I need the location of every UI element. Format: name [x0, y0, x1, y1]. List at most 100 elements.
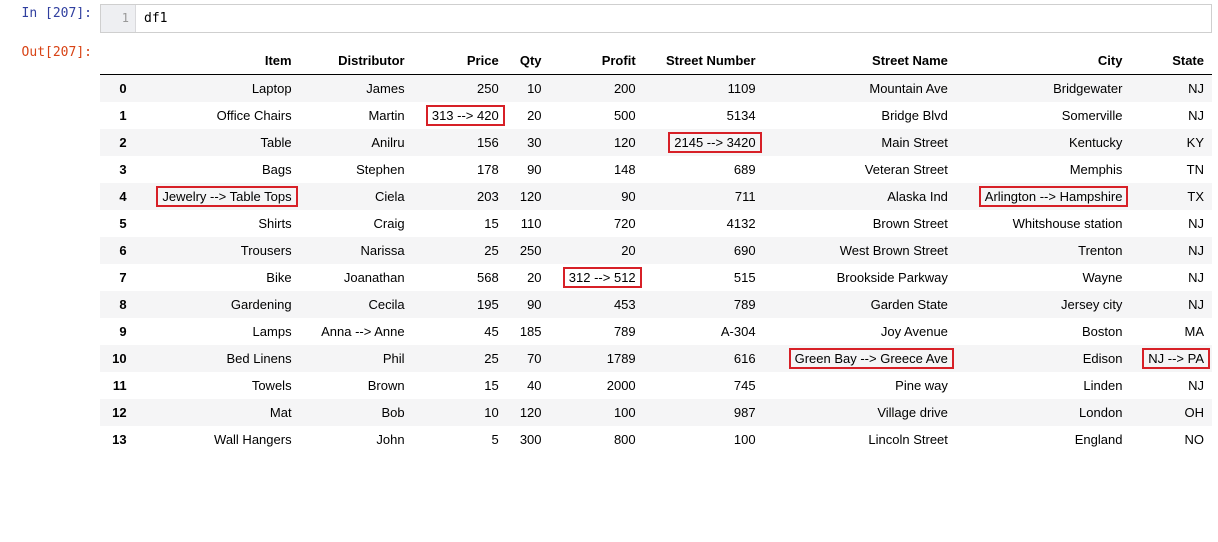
- cell-state: NJ: [1130, 264, 1212, 291]
- highlight-box: 2145 --> 3420: [668, 132, 761, 153]
- code-input[interactable]: df1: [136, 5, 1211, 32]
- line-gutter: 1: [101, 5, 136, 32]
- cell-sname: Brookside Parkway: [764, 264, 956, 291]
- cell-city: Edison: [956, 345, 1131, 372]
- row-index: 6: [100, 237, 135, 264]
- cell-city: Arlington --> Hampshire: [956, 183, 1131, 210]
- code-area[interactable]: 1 df1: [100, 4, 1212, 33]
- cell-dist: Stephen: [300, 156, 413, 183]
- cell-profit: 453: [550, 291, 644, 318]
- table-row: 8GardeningCecila19590453789Garden StateJ…: [100, 291, 1212, 318]
- row-index: 0: [100, 75, 135, 103]
- output-area: Item Distributor Price Qty Profit Street…: [100, 39, 1218, 453]
- cell-qty: 110: [507, 210, 550, 237]
- cell-city: Kentucky: [956, 129, 1131, 156]
- cell-dist: Anna --> Anne: [300, 318, 413, 345]
- table-row: 1Office ChairsMartin313 --> 420205005134…: [100, 102, 1212, 129]
- cell-price: 313 --> 420: [413, 102, 507, 129]
- table-row: 6TrousersNarissa2525020690West Brown Str…: [100, 237, 1212, 264]
- table-row: 2TableAnilru156301202145 --> 3420Main St…: [100, 129, 1212, 156]
- cell-item: Mat: [135, 399, 300, 426]
- cell-snum: 515: [644, 264, 764, 291]
- col-header: Street Number: [644, 47, 764, 75]
- table-row: 7BikeJoanathan56820312 --> 512515Brooksi…: [100, 264, 1212, 291]
- cell-price: 45: [413, 318, 507, 345]
- cell-item: Bags: [135, 156, 300, 183]
- cell-sname: Veteran Street: [764, 156, 956, 183]
- col-header: City: [956, 47, 1131, 75]
- cell-profit: 20: [550, 237, 644, 264]
- cell-snum: 5134: [644, 102, 764, 129]
- highlight-box: Green Bay --> Greece Ave: [789, 348, 954, 369]
- cell-item: Wall Hangers: [135, 426, 300, 453]
- cell-state: NJ: [1130, 102, 1212, 129]
- table-row: 13Wall HangersJohn5300800100Lincoln Stre…: [100, 426, 1212, 453]
- cell-dist: Ciela: [300, 183, 413, 210]
- output-cell: Out[207]: Item Distributor Price Qty Pro…: [0, 39, 1218, 453]
- cell-snum: 2145 --> 3420: [644, 129, 764, 156]
- cell-price: 15: [413, 372, 507, 399]
- cell-qty: 90: [507, 291, 550, 318]
- cell-profit: 1789: [550, 345, 644, 372]
- col-header: Street Name: [764, 47, 956, 75]
- cell-item: Towels: [135, 372, 300, 399]
- cell-item: Bed Linens: [135, 345, 300, 372]
- row-index: 9: [100, 318, 135, 345]
- table-row: 11TowelsBrown15402000745Pine wayLindenNJ: [100, 372, 1212, 399]
- cell-state: NO: [1130, 426, 1212, 453]
- cell-item: Lamps: [135, 318, 300, 345]
- cell-state: NJ: [1130, 372, 1212, 399]
- cell-qty: 40: [507, 372, 550, 399]
- cell-price: 10: [413, 399, 507, 426]
- cell-qty: 30: [507, 129, 550, 156]
- cell-price: 178: [413, 156, 507, 183]
- cell-profit: 720: [550, 210, 644, 237]
- cell-qty: 185: [507, 318, 550, 345]
- cell-dist: Phil: [300, 345, 413, 372]
- input-cell: In [207]: 1 df1: [0, 0, 1218, 33]
- cell-price: 156: [413, 129, 507, 156]
- cell-profit: 312 --> 512: [550, 264, 644, 291]
- highlight-box: 312 --> 512: [563, 267, 642, 288]
- cell-city: Boston: [956, 318, 1131, 345]
- cell-profit: 800: [550, 426, 644, 453]
- highlight-box: 313 --> 420: [426, 105, 505, 126]
- cell-city: England: [956, 426, 1131, 453]
- cell-price: 250: [413, 75, 507, 103]
- cell-item: Laptop: [135, 75, 300, 103]
- table-row: 10Bed LinensPhil25701789616Green Bay -->…: [100, 345, 1212, 372]
- dataframe-table: Item Distributor Price Qty Profit Street…: [100, 47, 1212, 453]
- row-index: 3: [100, 156, 135, 183]
- cell-profit: 789: [550, 318, 644, 345]
- row-index: 8: [100, 291, 135, 318]
- cell-sname: Alaska Ind: [764, 183, 956, 210]
- cell-price: 203: [413, 183, 507, 210]
- cell-city: Memphis: [956, 156, 1131, 183]
- cell-item: Gardening: [135, 291, 300, 318]
- cell-state: TN: [1130, 156, 1212, 183]
- cell-item: Office Chairs: [135, 102, 300, 129]
- cell-state: NJ: [1130, 75, 1212, 103]
- cell-qty: 250: [507, 237, 550, 264]
- highlight-box: Jewelry --> Table Tops: [156, 186, 297, 207]
- cell-profit: 90: [550, 183, 644, 210]
- cell-item: Shirts: [135, 210, 300, 237]
- cell-sname: Lincoln Street: [764, 426, 956, 453]
- row-index: 4: [100, 183, 135, 210]
- cell-price: 15: [413, 210, 507, 237]
- cell-dist: Bob: [300, 399, 413, 426]
- cell-snum: 1109: [644, 75, 764, 103]
- cell-dist: Joanathan: [300, 264, 413, 291]
- row-index: 11: [100, 372, 135, 399]
- cell-price: 568: [413, 264, 507, 291]
- cell-sname: Garden State: [764, 291, 956, 318]
- col-header: Item: [135, 47, 300, 75]
- cell-profit: 100: [550, 399, 644, 426]
- cell-snum: 616: [644, 345, 764, 372]
- highlight-box: Arlington --> Hampshire: [979, 186, 1129, 207]
- cell-qty: 300: [507, 426, 550, 453]
- index-header: [100, 47, 135, 75]
- cell-state: NJ: [1130, 210, 1212, 237]
- col-header: Qty: [507, 47, 550, 75]
- cell-dist: James: [300, 75, 413, 103]
